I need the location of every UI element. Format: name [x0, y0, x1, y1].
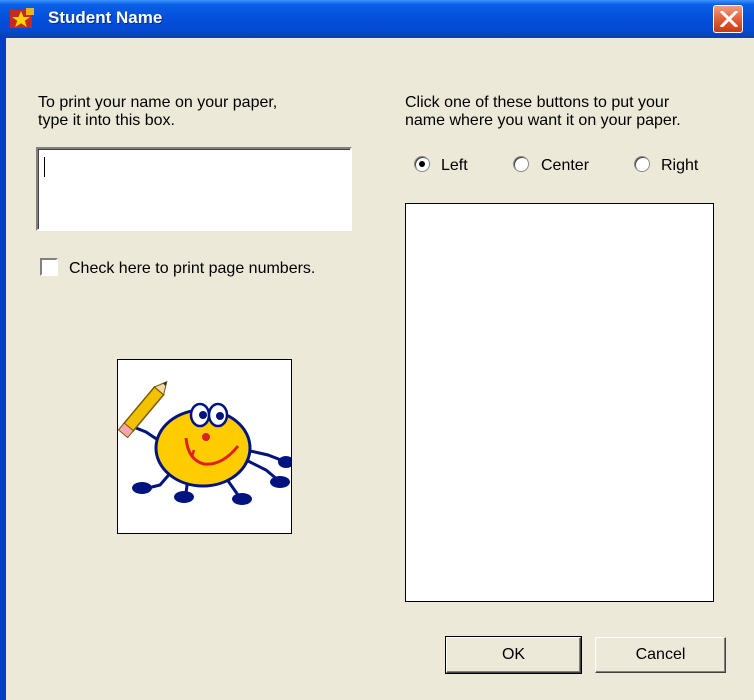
ok-button[interactable]: OK	[445, 636, 582, 674]
window-left-border	[0, 38, 6, 700]
name-instruction-line2: type it into this box.	[38, 112, 175, 129]
title-bar[interactable]: Student Name	[0, 0, 754, 38]
position-instruction-line2: name where you want it on your paper.	[405, 112, 681, 129]
page-numbers-checkbox[interactable]	[40, 258, 58, 276]
window-title: Student Name	[48, 8, 163, 27]
mascot-image	[117, 359, 294, 534]
text-caret	[44, 157, 45, 177]
position-instruction-line1: Click one of these buttons to put your	[405, 94, 670, 111]
radio-left[interactable]	[414, 156, 430, 172]
radio-right-label[interactable]: Right	[661, 156, 698, 175]
close-button[interactable]	[713, 5, 743, 33]
page-numbers-label[interactable]: Check here to print page numbers.	[69, 259, 315, 278]
radio-center[interactable]	[513, 156, 529, 172]
smiley-pencil-character-icon	[117, 380, 294, 505]
radio-selected-dot	[419, 161, 425, 167]
student-name-input[interactable]	[36, 147, 352, 231]
name-instruction-line1: To print your name on your paper,	[38, 94, 278, 111]
radio-left-label[interactable]: Left	[441, 156, 468, 175]
cancel-button[interactable]: Cancel	[595, 637, 726, 673]
student-name-dialog: Student Name To print your name on your …	[0, 0, 754, 700]
name-position-preview	[405, 203, 714, 602]
app-star-icon	[10, 8, 34, 28]
close-icon	[720, 11, 738, 27]
radio-right[interactable]	[634, 156, 650, 172]
radio-center-label[interactable]: Center	[541, 156, 589, 175]
